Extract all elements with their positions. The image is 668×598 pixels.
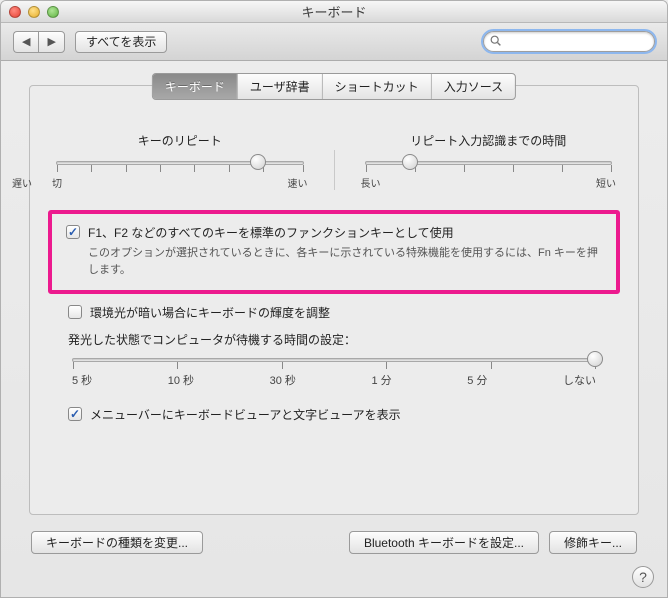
delay-repeat-knob[interactable] bbox=[402, 154, 418, 170]
titlebar: キーボード bbox=[1, 1, 667, 23]
ambient-checkbox[interactable] bbox=[68, 305, 82, 319]
preferences-window: キーボード ◀ ▶ すべてを表示 キーボード ユーザ辞書 ショートカット 入力ソ… bbox=[0, 0, 668, 598]
fn-keys-label: F1、F2 などのすべてのキーを標準のファンクションキーとして使用 bbox=[88, 224, 454, 241]
fn-keys-desc: このオプションが選択されているときに、各キーに示されている特殊機能を使用するには… bbox=[88, 245, 602, 278]
bluetooth-label: Bluetooth キーボードを設定... bbox=[364, 534, 524, 551]
idle-tick-2: 30 秒 bbox=[270, 372, 296, 388]
key-repeat-label: キーのリピート bbox=[48, 132, 312, 149]
search-icon bbox=[489, 34, 503, 48]
key-repeat-group: キーのリピート 切 遅い 速い bbox=[48, 132, 312, 190]
delay-repeat-label: リピート入力認識までの時間 bbox=[357, 132, 621, 149]
change-keyboard-type-button[interactable]: キーボードの種類を変更... bbox=[31, 531, 203, 554]
window-title: キーボード bbox=[1, 2, 667, 21]
back-button[interactable]: ◀ bbox=[13, 31, 38, 53]
fn-keys-checkbox[interactable] bbox=[66, 225, 80, 239]
bottom-buttons: キーボードの種類を変更... Bluetooth キーボードを設定... 修飾キ… bbox=[29, 531, 639, 554]
forward-button[interactable]: ▶ bbox=[38, 31, 64, 53]
tab-keyboard[interactable]: キーボード bbox=[153, 74, 238, 99]
ambient-label: 環境光が暗い場合にキーボードの輝度を調整 bbox=[90, 304, 330, 321]
chevron-right-icon: ▶ bbox=[47, 35, 55, 48]
menubar-checkbox[interactable] bbox=[68, 407, 82, 421]
modifiers-label: 修飾キー... bbox=[564, 534, 622, 551]
toolbar: ◀ ▶ すべてを表示 bbox=[1, 23, 667, 61]
ambient-row: 環境光が暗い場合にキーボードの輝度を調整 bbox=[68, 304, 600, 321]
idle-label: 発光した状態でコンピュータが待機する時間の設定： bbox=[68, 331, 600, 348]
tick-slow: 遅い bbox=[12, 175, 32, 190]
menubar-label: メニューバーにキーボードビューアと文字ビューアを表示 bbox=[90, 406, 401, 423]
tab-bar: キーボード ユーザ辞書 ショートカット 入力ソース bbox=[152, 73, 516, 100]
show-all-label: すべてを表示 bbox=[86, 33, 156, 50]
idle-tick-0: 5 秒 bbox=[72, 372, 92, 388]
idle-group: 発光した状態でコンピュータが待機する時間の設定： 5 秒 10 秒 30 秒 1… bbox=[68, 331, 600, 388]
delay-repeat-slider[interactable] bbox=[365, 161, 613, 165]
key-repeat-knob[interactable] bbox=[250, 154, 266, 170]
divider bbox=[334, 150, 335, 190]
key-repeat-slider[interactable] bbox=[56, 161, 304, 165]
delay-repeat-group: リピート入力認識までの時間 長い 短い bbox=[357, 132, 621, 190]
modifier-keys-button[interactable]: 修飾キー... bbox=[549, 531, 637, 554]
nav-buttons: ◀ ▶ bbox=[13, 31, 65, 53]
tick-fast: 速い bbox=[288, 175, 308, 190]
sliders-row: キーのリピート 切 遅い 速い リピート入力認識までの時間 bbox=[48, 132, 620, 190]
show-all-button[interactable]: すべてを表示 bbox=[75, 31, 167, 53]
chevron-left-icon: ◀ bbox=[22, 35, 30, 48]
settings-panel: キーボード ユーザ辞書 ショートカット 入力ソース キーのリピート 切 遅い bbox=[29, 85, 639, 515]
idle-ticks: 5 秒 10 秒 30 秒 1 分 5 分 しない bbox=[72, 372, 596, 388]
bluetooth-setup-button[interactable]: Bluetooth キーボードを設定... bbox=[349, 531, 539, 554]
idle-tick-4: 5 分 bbox=[467, 372, 487, 388]
search-field[interactable] bbox=[483, 31, 655, 52]
tab-shortcuts[interactable]: ショートカット bbox=[323, 74, 432, 99]
key-repeat-ticks: 切 遅い 速い bbox=[52, 175, 308, 190]
change-type-label: キーボードの種類を変更... bbox=[46, 534, 188, 551]
search-input[interactable] bbox=[483, 31, 655, 52]
idle-tick-3: 1 分 bbox=[371, 372, 391, 388]
tab-input-sources[interactable]: 入力ソース bbox=[432, 74, 515, 99]
idle-slider[interactable] bbox=[72, 358, 596, 362]
idle-tick-1: 10 秒 bbox=[168, 372, 194, 388]
content-area: キーボード ユーザ辞書 ショートカット 入力ソース キーのリピート 切 遅い bbox=[1, 61, 667, 572]
tab-user-dict[interactable]: ユーザ辞書 bbox=[238, 74, 323, 99]
menubar-row: メニューバーにキーボードビューアと文字ビューアを表示 bbox=[68, 406, 600, 423]
fn-keys-row: F1、F2 などのすべてのキーを標準のファンクションキーとして使用 bbox=[66, 224, 602, 241]
tick-long: 長い bbox=[361, 175, 381, 190]
help-button[interactable]: ? bbox=[632, 566, 654, 588]
idle-tick-5: しない bbox=[563, 372, 596, 388]
tick-short: 短い bbox=[596, 175, 616, 190]
fn-keys-highlight: F1、F2 などのすべてのキーを標準のファンクションキーとして使用 このオプショ… bbox=[48, 210, 620, 294]
idle-knob[interactable] bbox=[587, 351, 603, 367]
delay-repeat-ticks: 長い 短い bbox=[361, 175, 617, 190]
